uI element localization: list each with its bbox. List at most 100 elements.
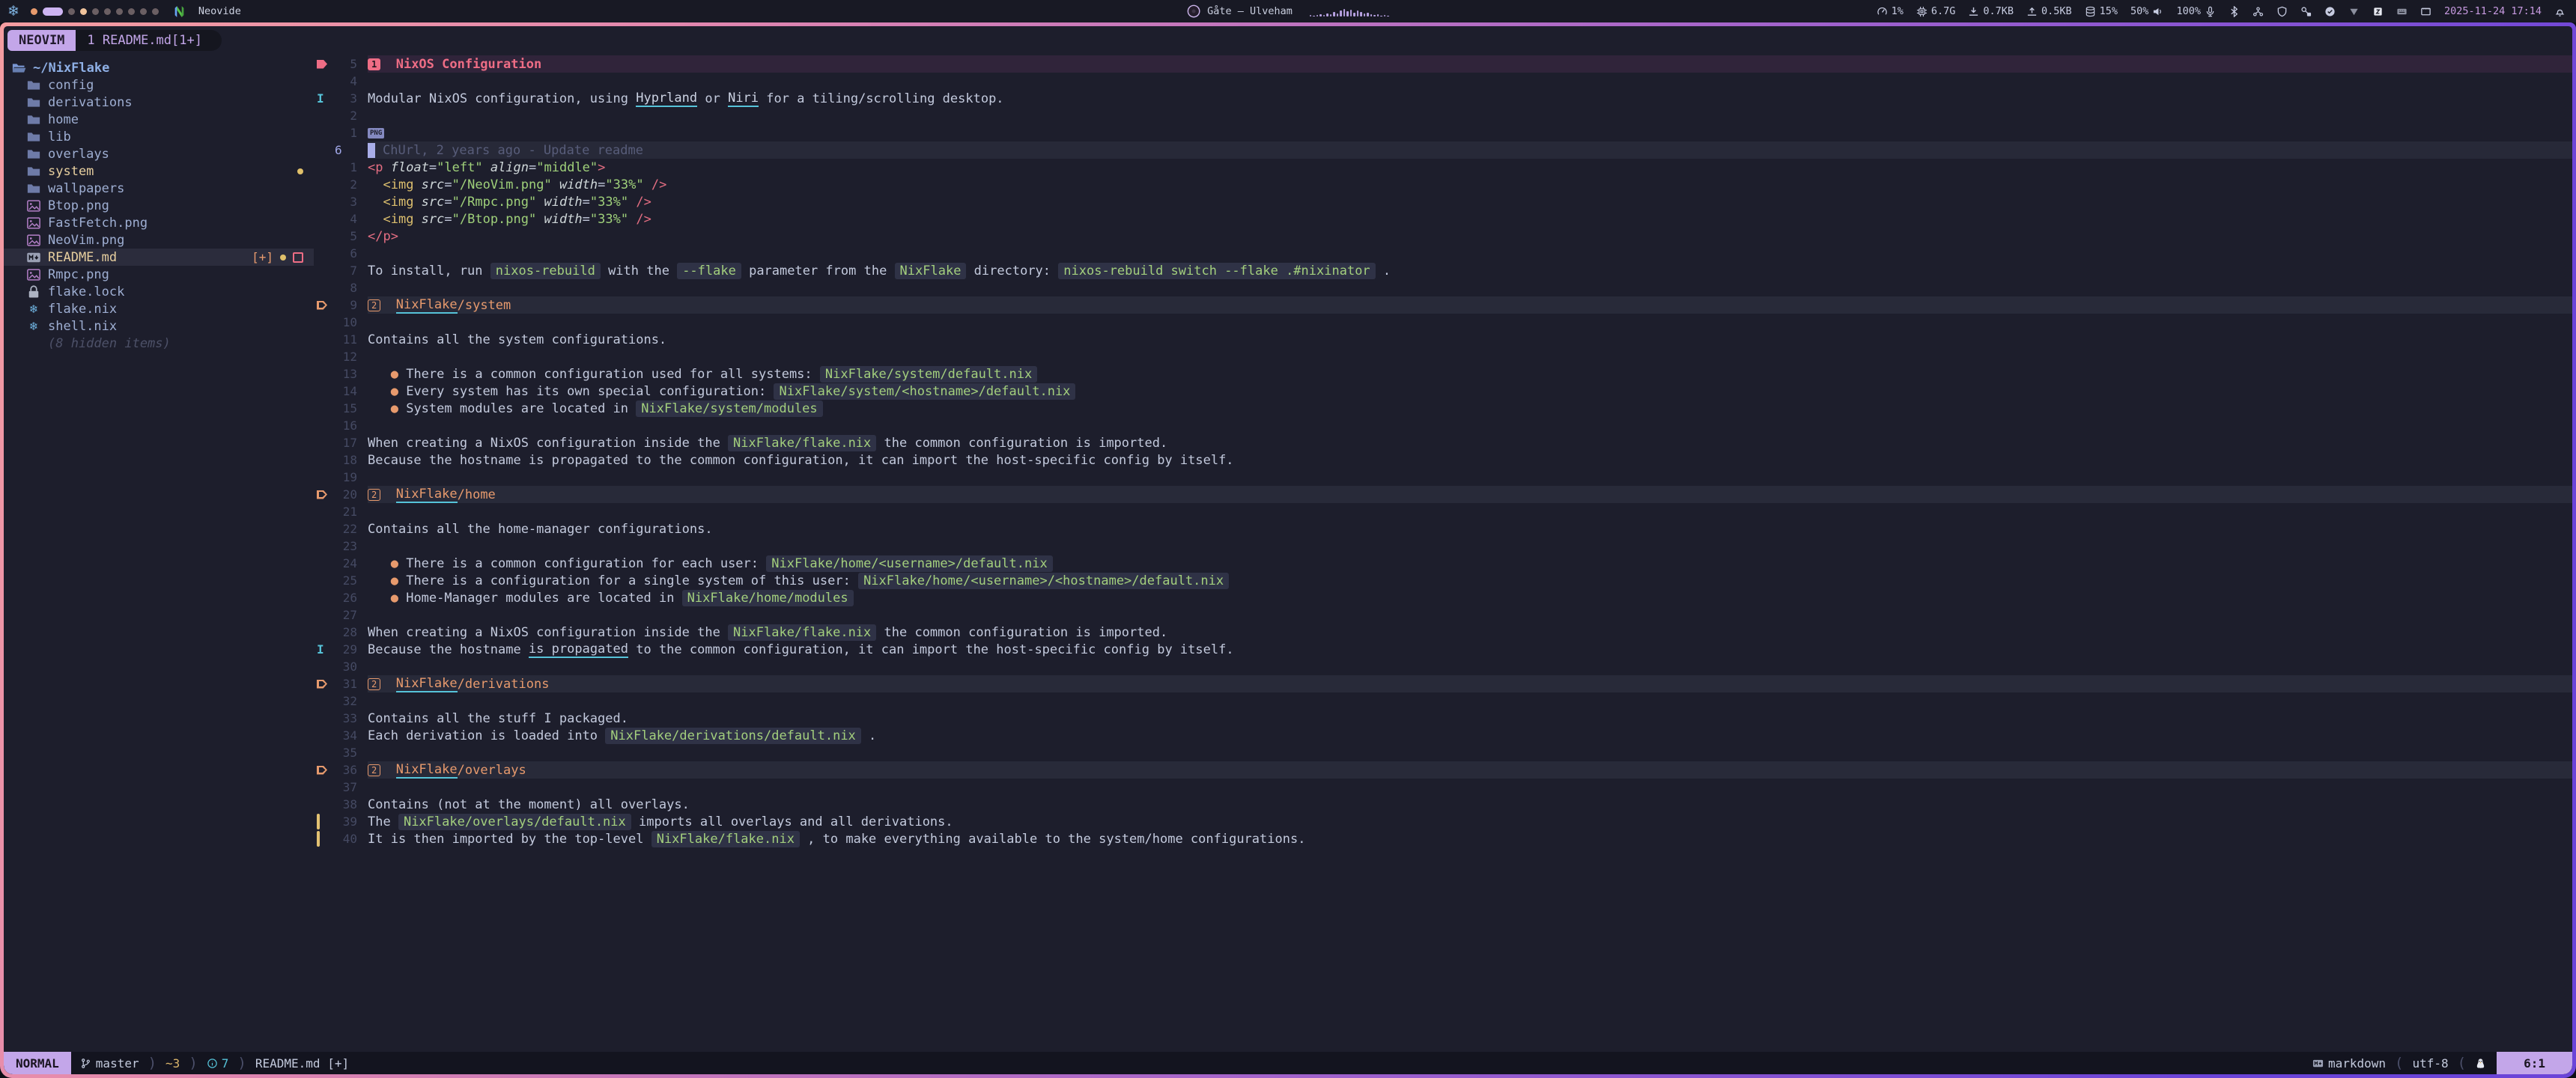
tree-item-neovim-png[interactable]: NeoVim.png <box>4 231 314 249</box>
editor-line[interactable]: 34Each derivation is loaded into NixFlak… <box>314 727 2572 744</box>
workspace-dot-1[interactable] <box>31 8 37 15</box>
module-zellij[interactable] <box>2372 6 2384 17</box>
editor-line[interactable]: 6 <box>314 245 2572 262</box>
tab-readme[interactable]: 1 README.md[1+] <box>76 30 222 51</box>
tree-item-flake-lock[interactable]: flake.lock <box>4 283 314 300</box>
notification-bell-icon[interactable] <box>2554 6 2566 17</box>
tree-item--nixflake[interactable]: ~/NixFlake <box>4 59 314 76</box>
editor-line[interactable]: 8 <box>314 279 2572 296</box>
workspace-dot-7[interactable] <box>116 8 123 15</box>
editor-line[interactable]: 13 ● There is a common configuration use… <box>314 365 2572 383</box>
workspace-dot-3[interactable] <box>68 8 75 15</box>
editor-line[interactable]: 7To install, run nixos-rebuild with the … <box>314 262 2572 279</box>
editor-line[interactable]: 22Contains all the home-manager configur… <box>314 520 2572 538</box>
editor-line[interactable]: 35 <box>314 744 2572 761</box>
editor-line[interactable]: I3Modular NixOS configuration, using Hyp… <box>314 90 2572 107</box>
editor-line[interactable]: 17When creating a NixOS configuration in… <box>314 434 2572 451</box>
editor-line[interactable]: 39The NixFlake/overlays/default.nix impo… <box>314 813 2572 830</box>
module-microphone[interactable]: 100% <box>2176 5 2216 17</box>
editor-line[interactable]: 10 <box>314 314 2572 331</box>
editor-line[interactable]: 16 <box>314 417 2572 434</box>
editor-line[interactable]: I29Because the hostname is propagated to… <box>314 641 2572 658</box>
tree-item-system[interactable]: system <box>4 162 314 180</box>
editor-line[interactable]: 32 <box>314 692 2572 710</box>
module-shield[interactable] <box>2276 6 2288 17</box>
editor-line[interactable]: 4 <img src="/Btop.png" width="33%" /> <box>314 210 2572 228</box>
tree-item-overlays[interactable]: overlays <box>4 145 314 162</box>
tree-item-wallpapers[interactable]: wallpapers <box>4 180 314 197</box>
tree-item-shell-nix[interactable]: ❄shell.nix <box>4 317 314 335</box>
module-monitor[interactable] <box>2420 6 2431 17</box>
workspace-dot-2[interactable] <box>43 7 63 16</box>
editor-line[interactable]: 362 NixFlake/overlays <box>314 761 2572 779</box>
editor-line[interactable]: 24 ● There is a common configuration for… <box>314 555 2572 572</box>
editor-line[interactable]: 19 <box>314 469 2572 486</box>
editor-line[interactable]: 28When creating a NixOS configuration in… <box>314 624 2572 641</box>
module-label: 100% <box>2176 5 2201 17</box>
editor-line[interactable]: 312 NixFlake/derivations <box>314 675 2572 692</box>
music-player-widget[interactable]: Gåte – Ulveham <box>1187 0 1389 22</box>
tree-item-lib[interactable]: lib <box>4 128 314 145</box>
module-network[interactable] <box>2253 6 2264 17</box>
tree-item-label: flake.lock <box>48 284 124 299</box>
module-bluetooth[interactable] <box>2229 6 2240 17</box>
editor-line[interactable]: 33Contains all the stuff I packaged. <box>314 710 2572 727</box>
module-keyring[interactable] <box>2300 6 2312 17</box>
editor-line[interactable]: 18Because the hostname is propagated to … <box>314 451 2572 469</box>
editor-line[interactable]: 15 ● System modules are located in NixFl… <box>314 400 2572 417</box>
editor-line[interactable]: 27 <box>314 606 2572 624</box>
module-net-up[interactable]: 0.5KB <box>2026 5 2072 17</box>
editor-line[interactable]: 38Contains (not at the moment) all overl… <box>314 796 2572 813</box>
module-memory[interactable]: 6.7G <box>1916 5 1956 17</box>
editor-line[interactable]: 12 <box>314 348 2572 365</box>
editor-line[interactable]: 92 NixFlake/system <box>314 296 2572 314</box>
workspace-dot-5[interactable] <box>92 8 99 15</box>
tree-item-flake-nix[interactable]: ❄flake.nix <box>4 300 314 317</box>
module-volume[interactable]: 50% <box>2130 5 2163 17</box>
editor-line[interactable]: 3 <img src="/Rmpc.png" width="33%" /> <box>314 193 2572 210</box>
module-disk-usage[interactable]: 15% <box>2085 5 2118 17</box>
editor-line[interactable]: 4 <box>314 73 2572 90</box>
editor-buffer[interactable]: 51 NixOS Configuration4I3Modular NixOS c… <box>314 54 2572 1052</box>
tree-item-derivations[interactable]: derivations <box>4 94 314 111</box>
editor-line[interactable]: 37 <box>314 779 2572 796</box>
editor-line[interactable]: 21 <box>314 503 2572 520</box>
workspace-dot-10[interactable] <box>152 8 159 15</box>
module-gpu[interactable] <box>2348 6 2360 17</box>
module-cpu-load[interactable]: 1% <box>1877 5 1904 17</box>
tree-item-readme-md[interactable]: README.md[+] <box>4 249 314 266</box>
editor-line[interactable]: 14 ● Every system has its own special co… <box>314 383 2572 400</box>
tree-item--8-hidden-items-[interactable]: (8 hidden items) <box>4 335 314 352</box>
editor-line[interactable]: 5</p> <box>314 228 2572 245</box>
clock[interactable]: 2025-11-24 17:14 <box>2444 5 2542 17</box>
diagnostics-info[interactable]: 7 <box>207 1056 229 1071</box>
tree-item-btop-png[interactable]: Btop.png <box>4 197 314 214</box>
editor-line[interactable]: 23 <box>314 538 2572 555</box>
git-branch[interactable]: master <box>80 1056 139 1071</box>
editor-line[interactable]: 1<p float="left" align="middle"> <box>314 159 2572 176</box>
editor-line[interactable]: 25 ● There is a configuration for a sing… <box>314 572 2572 589</box>
workspace-dot-6[interactable] <box>104 8 111 15</box>
editor-line[interactable]: 2 <box>314 107 2572 124</box>
module-net-down[interactable]: 0.7KB <box>1968 5 2014 17</box>
editor-line[interactable]: 51 NixOS Configuration <box>314 55 2572 73</box>
tree-item-home[interactable]: home <box>4 111 314 128</box>
editor-line[interactable]: 1PNG <box>314 124 2572 141</box>
editor-line[interactable]: 202 NixFlake/home <box>314 486 2572 503</box>
editor-line[interactable]: 26 ● Home-Manager modules are located in… <box>314 589 2572 606</box>
workspace-dot-8[interactable] <box>128 8 135 15</box>
line-text: ● Home-Manager modules are located in Ni… <box>368 589 2572 606</box>
module-status-ok[interactable] <box>2324 6 2336 17</box>
editor-line[interactable]: 11Contains all the system configurations… <box>314 331 2572 348</box>
selected-square-icon <box>293 252 303 263</box>
workspace-dot-4[interactable] <box>80 8 87 15</box>
module-keyboard-layout[interactable] <box>2396 6 2408 17</box>
editor-line[interactable]: 6ChUrl, 2 years ago - Update readme <box>314 141 2572 159</box>
editor-line[interactable]: 30 <box>314 658 2572 675</box>
workspace-dot-9[interactable] <box>140 8 147 15</box>
editor-line[interactable]: 40It is then imported by the top-level N… <box>314 830 2572 847</box>
tree-item-config[interactable]: config <box>4 76 314 94</box>
editor-line[interactable]: 2 <img src="/NeoVim.png" width="33%" /> <box>314 176 2572 193</box>
tree-item-rmpc-png[interactable]: Rmpc.png <box>4 266 314 283</box>
tree-item-fastfetch-png[interactable]: FastFetch.png <box>4 214 314 231</box>
